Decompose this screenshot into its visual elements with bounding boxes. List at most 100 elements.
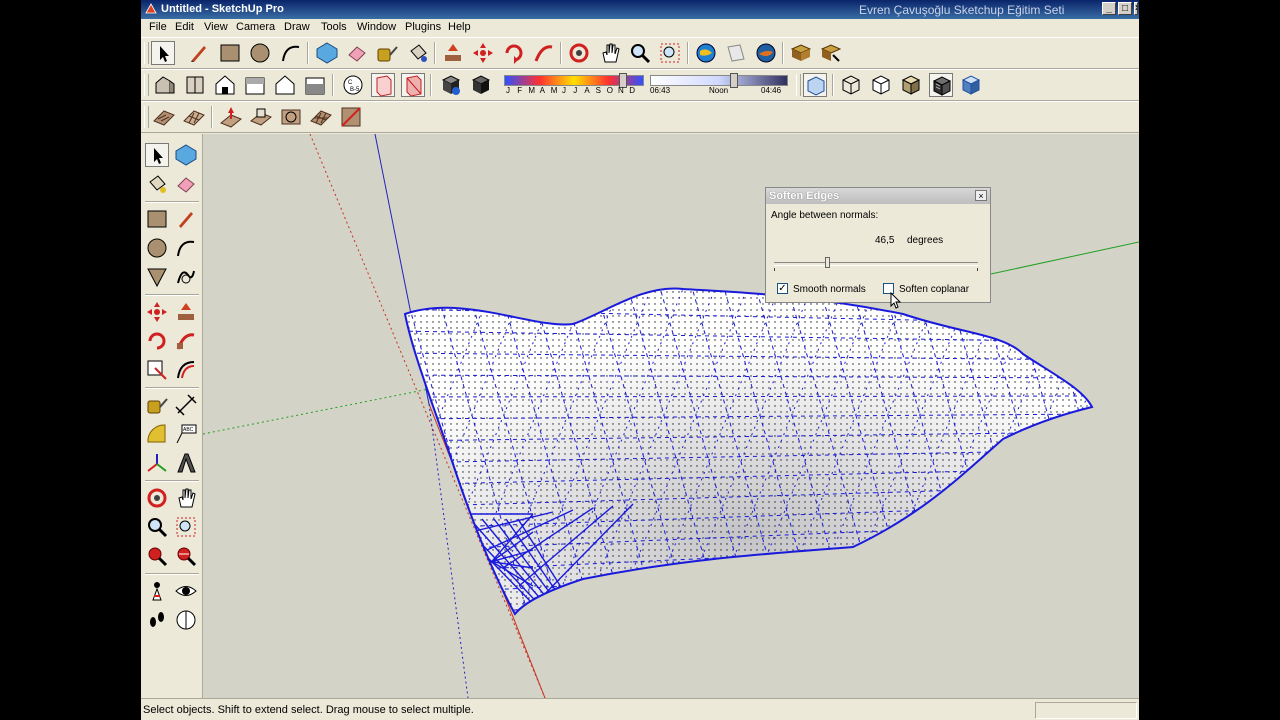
- front-view-button[interactable]: [213, 73, 237, 97]
- left-dimension-button[interactable]: [174, 393, 198, 417]
- menu-help[interactable]: Help: [448, 21, 471, 33]
- left-tape-measure-button[interactable]: [145, 393, 169, 417]
- paint-bucket-button[interactable]: [406, 41, 430, 65]
- stamp-button[interactable]: [249, 105, 273, 129]
- dynamic-components-button[interactable]: [819, 41, 843, 65]
- left-3d-text-button[interactable]: [174, 451, 198, 475]
- xray-style-button[interactable]: [803, 73, 827, 97]
- left-text-button[interactable]: ABC: [174, 422, 198, 446]
- eraser-tool-button[interactable]: [345, 41, 369, 65]
- zoom-tool-button[interactable]: [628, 41, 652, 65]
- hidden-line-style-button[interactable]: [869, 73, 893, 97]
- sandbox-from-scratch-button[interactable]: [182, 105, 206, 129]
- display-section-planes-button[interactable]: [371, 73, 395, 97]
- menu-window[interactable]: Window: [357, 21, 396, 33]
- minimize-button[interactable]: _: [1102, 2, 1116, 15]
- left-protractor-button[interactable]: [145, 422, 169, 446]
- angle-slider-thumb[interactable]: [825, 257, 831, 268]
- left-view-button[interactable]: [303, 73, 327, 97]
- menu-draw[interactable]: Draw: [284, 21, 310, 33]
- make-component-button[interactable]: [315, 41, 339, 65]
- drawing-viewport[interactable]: [203, 134, 1139, 698]
- left-rectangle-button[interactable]: [145, 207, 169, 231]
- add-detail-button[interactable]: [309, 105, 333, 129]
- time-slider-thumb[interactable]: [730, 73, 738, 88]
- zoom-window-button[interactable]: [658, 41, 682, 65]
- push-pull-button[interactable]: [441, 41, 465, 65]
- menu-camera[interactable]: Camera: [236, 21, 275, 33]
- left-circle-button[interactable]: [145, 236, 169, 260]
- menu-view[interactable]: View: [204, 21, 228, 33]
- tape-measure-button[interactable]: [375, 41, 399, 65]
- left-line-button[interactable]: [174, 207, 198, 231]
- smooth-normals-checkbox[interactable]: ✓: [777, 283, 788, 294]
- menu-tools[interactable]: Tools: [321, 21, 347, 33]
- back-view-button[interactable]: [273, 73, 297, 97]
- left-scale-button[interactable]: [145, 358, 169, 382]
- left-zoom-window-button[interactable]: [174, 515, 198, 539]
- left-look-around-button[interactable]: [174, 579, 198, 603]
- section-plane-button[interactable]: C B-5: [341, 73, 365, 97]
- left-eraser-button[interactable]: [174, 172, 198, 196]
- line-tool-button[interactable]: [187, 41, 211, 65]
- left-orbit-button[interactable]: [145, 486, 169, 510]
- dialog-close-button[interactable]: ×: [975, 190, 987, 201]
- left-move-button[interactable]: [145, 300, 169, 324]
- menu-plugins[interactable]: Plugins: [405, 21, 441, 33]
- left-paint-bucket-button[interactable]: [145, 172, 169, 196]
- display-shadows-button[interactable]: [469, 73, 493, 97]
- share-model-button[interactable]: [724, 41, 748, 65]
- menu-file[interactable]: File: [149, 21, 167, 33]
- rectangle-tool-button[interactable]: [218, 41, 242, 65]
- orbit-tool-button[interactable]: [567, 41, 591, 65]
- menu-edit[interactable]: Edit: [175, 21, 194, 33]
- dialog-title-bar[interactable]: Soften Edges ×: [766, 188, 990, 204]
- left-walk-button[interactable]: [145, 608, 169, 632]
- left-rotate-button[interactable]: [145, 329, 169, 353]
- left-push-pull-button[interactable]: [174, 300, 198, 324]
- left-zoom-button[interactable]: [145, 515, 169, 539]
- left-previous-view-button[interactable]: [145, 544, 169, 568]
- monochrome-style-button[interactable]: [959, 73, 983, 97]
- shadow-settings-button[interactable]: [439, 73, 463, 97]
- left-follow-me-button[interactable]: [174, 329, 198, 353]
- google-earth-button[interactable]: [754, 41, 778, 65]
- shaded-style-button[interactable]: [899, 73, 923, 97]
- get-models-button[interactable]: [694, 41, 718, 65]
- maximize-button[interactable]: □: [1118, 2, 1132, 15]
- angle-slider-track[interactable]: [774, 262, 978, 266]
- 3d-scene[interactable]: [203, 134, 1139, 698]
- left-arc-button[interactable]: [174, 236, 198, 260]
- left-zoom-extents-button[interactable]: [174, 544, 198, 568]
- terrain-mesh[interactable]: [363, 284, 1139, 639]
- arc-tool-button[interactable]: [279, 41, 303, 65]
- left-position-camera-button[interactable]: [145, 579, 169, 603]
- follow-me-button[interactable]: [532, 41, 556, 65]
- drape-button[interactable]: [279, 105, 303, 129]
- iso-view-button[interactable]: [153, 73, 177, 97]
- right-view-button[interactable]: [243, 73, 267, 97]
- display-section-cuts-button[interactable]: [401, 73, 425, 97]
- left-offset-button[interactable]: [174, 358, 198, 382]
- top-view-button[interactable]: [183, 73, 207, 97]
- rotate-tool-button[interactable]: [502, 41, 526, 65]
- wireframe-style-button[interactable]: [839, 73, 863, 97]
- left-pan-button[interactable]: [174, 486, 198, 510]
- smoove-button[interactable]: [219, 105, 243, 129]
- left-section-plane-button[interactable]: [174, 608, 198, 632]
- measurements-box[interactable]: [1035, 702, 1137, 719]
- time-slider-track[interactable]: [650, 75, 788, 86]
- left-freehand-button[interactable]: [174, 265, 198, 289]
- flip-edge-button[interactable]: [339, 105, 363, 129]
- select-tool-button[interactable]: [151, 41, 175, 65]
- left-polygon-button[interactable]: [145, 265, 169, 289]
- left-select-button[interactable]: [145, 143, 169, 167]
- close-button[interactable]: ×: [1134, 2, 1138, 15]
- left-axes-button[interactable]: [145, 451, 169, 475]
- shaded-textures-style-button[interactable]: [929, 73, 953, 97]
- circle-tool-button[interactable]: [248, 41, 272, 65]
- sandbox-from-contours-button[interactable]: [152, 105, 176, 129]
- component-browser-button[interactable]: [789, 41, 813, 65]
- pan-tool-button[interactable]: [598, 41, 622, 65]
- left-make-component-button[interactable]: [174, 143, 198, 167]
